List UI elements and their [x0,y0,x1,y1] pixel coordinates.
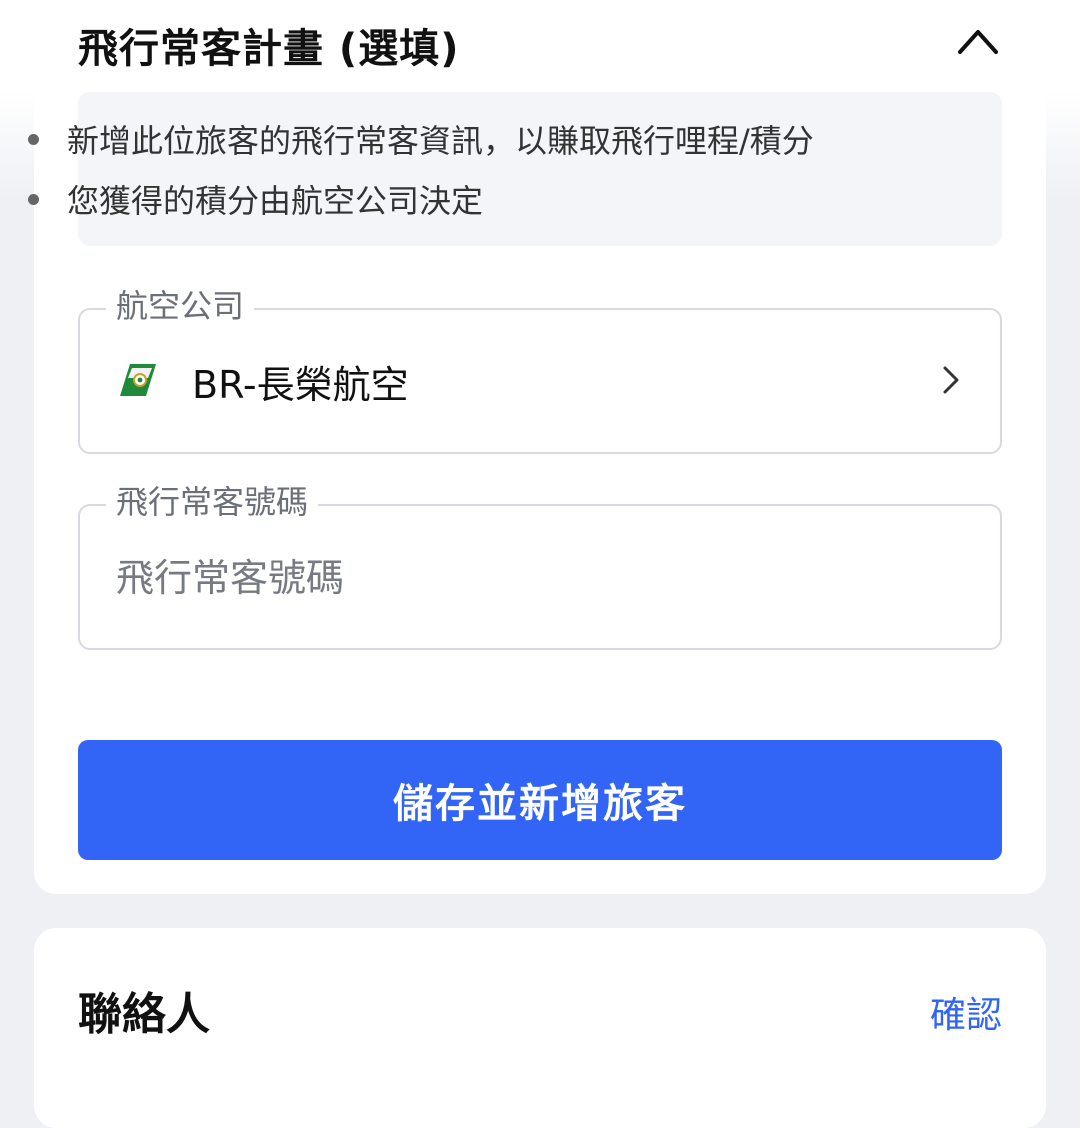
chevron-up-icon[interactable] [954,16,1002,64]
info-item-text: 新增此位旅客的飛行常客資訊，以賺取飛行哩程/積分 [67,122,814,160]
airline-value: BR-長榮航空 [192,363,409,407]
save-and-add-traveler-button[interactable]: 儲存並新增旅客 [78,740,1002,860]
frequent-flyer-number-input[interactable] [116,548,956,608]
frequent-flyer-header[interactable]: 飛行常客計畫 (選填) [78,10,1002,72]
frequent-flyer-number-field: 飛行常客號碼 [78,480,1002,650]
eva-air-logo-icon [118,362,160,398]
info-item: 您獲得的積分由航空公司決定 [28,176,483,222]
frequent-flyer-title: 飛行常客計畫 (選填) [78,26,460,72]
bullet-icon [28,193,39,205]
airline-select[interactable]: 航空公司 BR-長榮航空 [78,284,1002,454]
airline-label: 航空公司 [106,284,255,328]
contact-title: 聯絡人 [78,989,210,1040]
contact-confirm-link[interactable]: 確認 [930,986,1002,1038]
chevron-right-icon [936,364,964,396]
bullet-icon [28,133,39,145]
info-item: 新增此位旅客的飛行常客資訊，以賺取飛行哩程/積分 [28,116,814,162]
frequent-flyer-number-label: 飛行常客號碼 [106,480,319,524]
info-item-text: 您獲得的積分由航空公司決定 [67,182,484,220]
